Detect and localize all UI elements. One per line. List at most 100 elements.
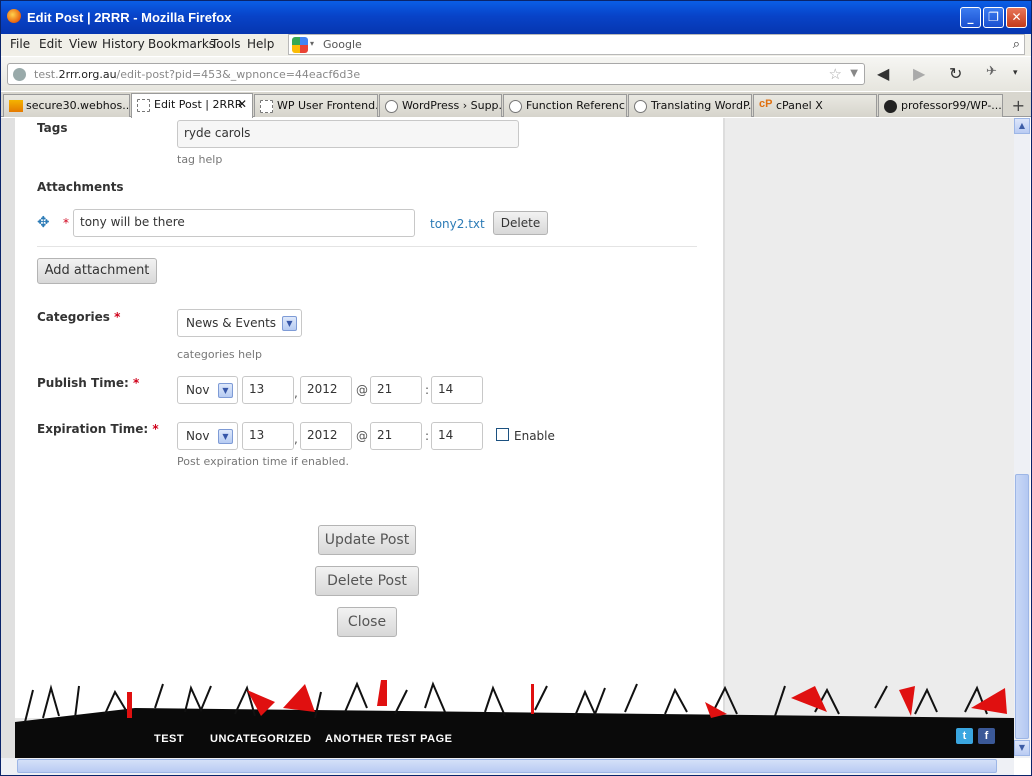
tab-github-professor99[interactable]: professor99/WP-... (878, 94, 1003, 117)
tab-label: cPanel X (776, 99, 823, 112)
new-tab-icon[interactable]: + (1012, 96, 1025, 115)
divider (37, 246, 697, 247)
page-icon (260, 100, 273, 113)
expiration-time-label: Expiration Time: * (37, 422, 159, 436)
menu-file[interactable]: File (10, 37, 30, 51)
delete-attachment-button[interactable]: Delete (493, 211, 548, 235)
tab-label: professor99/WP-... (901, 99, 1002, 112)
footer-link-uncategorized[interactable]: UNCATEGORIZED (210, 733, 312, 745)
site-identity-icon[interactable] (13, 68, 26, 81)
tab-bar: secure30.webhos... Edit Post | 2RRR ✕ WP… (1, 92, 1031, 118)
update-post-button[interactable]: Update Post (318, 525, 416, 555)
tab-translating-wordpress[interactable]: Translating WordP... (628, 94, 752, 117)
tab-wordpress-support[interactable]: WordPress › Supp... (379, 94, 502, 117)
chevron-down-icon[interactable]: ▼ (218, 429, 233, 444)
tab-secure30[interactable]: secure30.webhos... (3, 94, 130, 117)
expiration-month-select[interactable]: Nov ▼ (177, 422, 238, 450)
publish-year-input[interactable]: 2012 (300, 376, 352, 404)
publish-month-select[interactable]: Nov ▼ (177, 376, 238, 404)
attachment-file-link[interactable]: tony2.txt (430, 217, 485, 231)
vertical-scroll-thumb[interactable] (1015, 474, 1029, 739)
date-separator: , (294, 432, 298, 446)
horizontal-scrollbar[interactable] (1, 758, 1014, 775)
footer-skyline-graphic (15, 680, 1014, 758)
url-bar[interactable]: test.2rrr.org.au/edit-post?pid=453&_wpno… (7, 63, 865, 85)
phpmyadmin-icon (9, 100, 23, 112)
wordpress-icon (385, 100, 398, 113)
publish-minute-input[interactable]: 14 (431, 376, 483, 404)
expiration-enable-label[interactable]: Enable (514, 429, 555, 443)
publish-hour-input[interactable]: 21 (370, 376, 422, 404)
close-tab-icon[interactable]: ✕ (237, 97, 247, 111)
publish-month-value: Nov (186, 383, 210, 397)
time-colon-separator: : (425, 383, 430, 397)
delete-post-button[interactable]: Delete Post (315, 566, 419, 596)
browser-window: Edit Post | 2RRR - Mozilla Firefox _ ❐ ✕… (0, 0, 1032, 776)
forward-icon[interactable]: ▶ (913, 64, 925, 83)
menu-edit[interactable]: Edit (39, 37, 62, 51)
time-colon-separator: : (425, 429, 430, 443)
reload-icon[interactable]: ↻ (949, 64, 962, 83)
categories-select[interactable]: News & Events ▼ (177, 309, 302, 337)
expiration-enable-checkbox[interactable] (496, 428, 509, 441)
tab-label: Edit Post | 2RRR (154, 98, 243, 111)
google-engine-icon[interactable] (292, 37, 308, 53)
tags-input[interactable]: ryde carols (177, 120, 519, 148)
tab-wp-user-frontend[interactable]: WP User Frontend... (254, 94, 378, 117)
tab-label: Function Referenc... (526, 99, 627, 112)
chevron-down-icon[interactable]: ▼ (282, 316, 297, 331)
footer-link-another-test-page[interactable]: ANOTHER TEST PAGE (325, 733, 452, 745)
wordpress-icon (634, 100, 647, 113)
categories-label: Categories * (37, 310, 121, 324)
expiration-month-value: Nov (186, 429, 210, 443)
left-gutter (1, 118, 15, 758)
menu-bookmarks[interactable]: Bookmarks (148, 37, 215, 51)
addon-icon[interactable]: ✈ (986, 64, 997, 79)
tab-cpanel[interactable]: cP cPanel X (753, 94, 877, 117)
footer-link-test[interactable]: TEST (154, 733, 184, 745)
expiration-year-input[interactable]: 2012 (300, 422, 352, 450)
search-box[interactable]: ▾ Google ⌕ (288, 34, 1025, 55)
toolbar-menu-icon[interactable]: ▾ (1013, 68, 1018, 78)
navigation-bar: test.2rrr.org.au/edit-post?pid=453&_wpno… (1, 57, 1031, 91)
wordpress-icon (509, 100, 522, 113)
expiration-day-input[interactable]: 13 (242, 422, 294, 450)
tab-label: WordPress › Supp... (402, 99, 502, 112)
chevron-down-icon[interactable]: ▼ (218, 383, 233, 398)
menu-view[interactable]: View (69, 37, 97, 51)
attachment-title-input[interactable]: tony will be there (73, 209, 415, 237)
close-window-button[interactable]: ✕ (1006, 7, 1027, 28)
github-icon (884, 100, 897, 113)
back-icon[interactable]: ◀ (877, 64, 889, 83)
drag-handle-icon[interactable]: ✥ (37, 214, 53, 230)
menu-history[interactable]: History (102, 37, 145, 51)
engine-dropdown-icon[interactable]: ▾ (310, 39, 314, 48)
search-icon[interactable]: ⌕ (1013, 37, 1020, 52)
facebook-icon[interactable]: f (978, 728, 995, 744)
publish-day-input[interactable]: 13 (242, 376, 294, 404)
tab-function-reference[interactable]: Function Referenc... (503, 94, 627, 117)
maximize-button[interactable]: ❐ (983, 7, 1004, 28)
expiration-help: Post expiration time if enabled. (177, 455, 350, 468)
expiration-hour-input[interactable]: 21 (370, 422, 422, 450)
tags-label: Tags (37, 121, 68, 135)
tab-label: WP User Frontend... (277, 99, 378, 112)
add-attachment-button[interactable]: Add attachment (37, 258, 157, 284)
tab-label: Translating WordP... (651, 99, 752, 112)
close-button[interactable]: Close (337, 607, 397, 637)
menu-tools[interactable]: Tools (211, 37, 241, 51)
horizontal-scroll-thumb[interactable] (17, 759, 997, 773)
scroll-up-icon[interactable]: ▲ (1014, 118, 1030, 134)
twitter-icon[interactable]: t (956, 728, 973, 744)
bookmark-star-icon[interactable]: ☆ (829, 65, 842, 83)
tab-edit-post[interactable]: Edit Post | 2RRR ✕ (131, 93, 253, 118)
scroll-down-icon[interactable]: ▼ (1014, 740, 1030, 756)
vertical-scrollbar[interactable]: ▲ ▼ (1014, 118, 1030, 758)
minimize-button[interactable]: _ (960, 7, 981, 28)
menu-help[interactable]: Help (247, 37, 274, 51)
url-dropdown-icon[interactable]: ▼ (850, 68, 858, 79)
url-text[interactable]: test.2rrr.org.au/edit-post?pid=453&_wpno… (34, 68, 360, 81)
date-separator: , (294, 386, 298, 400)
expiration-minute-input[interactable]: 14 (431, 422, 483, 450)
publish-time-label: Publish Time: * (37, 376, 140, 390)
